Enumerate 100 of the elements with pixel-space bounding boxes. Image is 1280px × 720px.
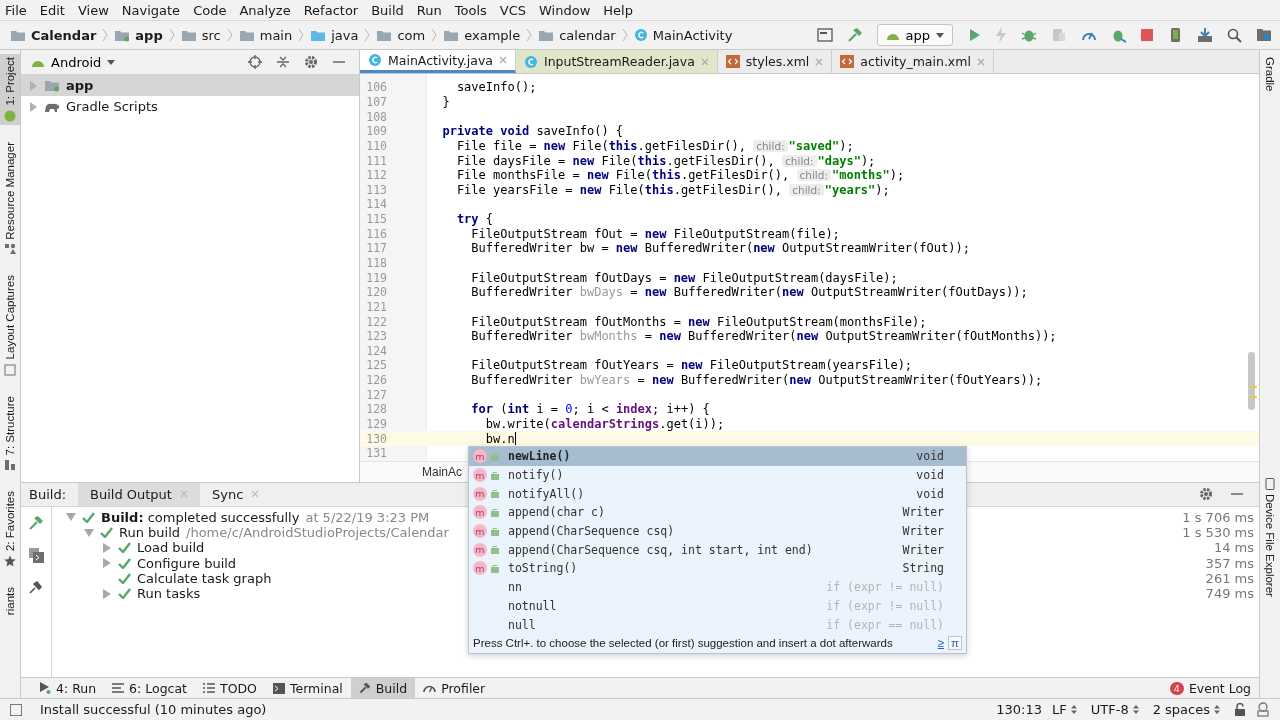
breadcrumb-item[interactable]: com (376, 27, 426, 43)
scrollbar-thumb[interactable] (1248, 352, 1255, 410)
menu-item[interactable]: File (4, 2, 28, 18)
completion-item[interactable]: notnull if (expr != null) (469, 596, 966, 616)
tool-window-tab[interactable]: Terminal (264, 678, 351, 698)
tool-window-tab[interactable]: 7: Structure (0, 392, 20, 475)
completion-item[interactable]: m append(CharSequence csq) Writer (469, 521, 966, 541)
menu-item[interactable]: VCS (498, 2, 528, 18)
pin-icon[interactable] (29, 579, 43, 594)
class-icon (523, 54, 538, 69)
hammer-icon[interactable] (846, 27, 863, 43)
indent-selector[interactable]: 2 spaces (1152, 702, 1210, 717)
panel-tab[interactable]: Sync (199, 482, 272, 506)
console-icon[interactable] (28, 547, 44, 563)
completion-item[interactable]: m append(CharSequence csq, int start, int end) Writer (469, 540, 966, 560)
menu-item[interactable]: Edit (38, 2, 66, 18)
build-step[interactable]: Configure build (137, 555, 237, 571)
settings-icon[interactable] (304, 55, 318, 69)
tool-window-tab[interactable]: Gradle (1260, 54, 1280, 95)
completion-item[interactable]: m notify() void (469, 465, 966, 485)
breadcrumb-item[interactable]: Calendar (10, 27, 97, 43)
editor-tab[interactable]: InputStreamReader.java (515, 50, 718, 73)
settings-icon[interactable] (1199, 487, 1213, 502)
close-icon[interactable] (700, 57, 709, 66)
search-icon[interactable] (1227, 27, 1242, 43)
tool-window-tab[interactable]: TODO (195, 678, 265, 698)
menu-item[interactable]: Code (192, 2, 228, 18)
tool-window-tab[interactable]: Resource Manager (0, 138, 20, 259)
breadcrumb-item[interactable]: app (114, 27, 163, 43)
completion-item[interactable]: nn if (expr != null) (469, 577, 966, 597)
breadcrumb-item[interactable]: example (443, 27, 521, 43)
target-icon[interactable] (248, 55, 262, 69)
close-icon[interactable] (251, 490, 260, 499)
breadcrumb-item[interactable]: MainActivity (633, 27, 733, 43)
view-dropdown[interactable]: Android (31, 54, 116, 70)
event-log-tab[interactable]: 4 Event Log (1161, 678, 1259, 698)
menu-item[interactable]: Analyze (238, 2, 292, 18)
tool-window-tab[interactable]: 4: Run (31, 678, 105, 698)
completion-item[interactable]: null if (expr == null) (469, 615, 966, 634)
completion-item[interactable]: m append(char c) Writer (469, 503, 966, 522)
expand-arrow-icon[interactable] (102, 542, 112, 553)
tool-window-tab[interactable]: 2: Favorites (0, 488, 20, 571)
run-config-dropdown[interactable]: app (876, 24, 953, 46)
lock-icon[interactable] (1234, 703, 1246, 716)
pi-button[interactable]: π (948, 636, 962, 651)
tool-window-tab[interactable]: Device File Explorer (1260, 474, 1280, 600)
menu-item[interactable]: Run (415, 2, 443, 18)
breadcrumb-item[interactable]: main (238, 27, 293, 43)
lightning-icon[interactable] (995, 27, 1007, 43)
encoding-selector[interactable]: UTF-8 (1090, 702, 1129, 717)
tool-window-tab[interactable]: Layout Captures (0, 272, 20, 379)
completion-item[interactable]: m newLine() void (469, 447, 966, 466)
download-icon[interactable] (1197, 27, 1213, 43)
structure-icon[interactable] (1256, 28, 1272, 42)
caret-position[interactable]: 130:13 (996, 702, 1043, 717)
menu-item[interactable]: Window (538, 2, 592, 18)
panel-tab[interactable]: Build Output (78, 482, 200, 506)
window-icon[interactable] (10, 703, 22, 716)
collapse-icon[interactable] (277, 55, 289, 69)
build-step[interactable]: Build: completed successfully (101, 509, 300, 525)
breadcrumb-item[interactable]: src (180, 27, 221, 43)
close-icon[interactable] (976, 57, 985, 66)
tool-window-tab[interactable]: Build (350, 678, 416, 698)
tool-window-tab[interactable]: Profiler (415, 678, 494, 698)
menu-item[interactable]: Build (370, 2, 405, 18)
tool-window-tab[interactable]: 1: Project (0, 54, 20, 125)
hint-link[interactable]: ≥ (937, 637, 945, 650)
editor-tab[interactable]: activity_main.xml (832, 50, 994, 73)
tree-item[interactable]: app (21, 75, 359, 96)
build-step[interactable]: Calculate task graph (137, 571, 272, 586)
close-icon[interactable] (498, 56, 507, 64)
breadcrumb-item[interactable]: java (310, 27, 359, 43)
editor-tab[interactable]: styles.xml (717, 50, 833, 73)
tool-window-tab[interactable]: riants (0, 584, 20, 619)
menu-item[interactable]: Refactor (302, 2, 360, 18)
expand-arrow-icon[interactable] (66, 512, 76, 523)
build-step[interactable]: Load build (137, 540, 205, 556)
menu-item[interactable]: View (76, 2, 110, 18)
line-number: 108 (365, 109, 387, 124)
layout-icon[interactable] (816, 28, 833, 42)
completion-item[interactable]: m notifyAll() void (469, 484, 966, 504)
breadcrumb-item[interactable]: calendar (538, 27, 616, 43)
editor-breadcrumb[interactable]: MainAc (422, 464, 462, 479)
hammer-icon[interactable] (28, 514, 44, 531)
run-icon[interactable] (967, 28, 981, 42)
build-step[interactable]: Run tasks (137, 586, 201, 602)
build-step[interactable]: Run build (119, 525, 181, 541)
line-separator-selector[interactable]: LF (1052, 702, 1067, 717)
close-icon[interactable] (815, 57, 824, 66)
menu-item[interactable]: Tools (453, 2, 488, 18)
expand-arrow-icon[interactable] (84, 527, 94, 538)
devices-icon[interactable] (1051, 27, 1067, 43)
tool-window-tab[interactable]: 6: Logcat (104, 678, 195, 698)
tree-item[interactable]: Gradle Scripts (21, 96, 359, 117)
menu-item[interactable]: Navigate (120, 2, 182, 18)
editor-tab[interactable]: MainActivity.java (360, 50, 516, 73)
expand-arrow-icon[interactable] (102, 588, 112, 599)
completion-item[interactable]: m toString() String (469, 559, 966, 578)
menu-item[interactable]: Help (602, 2, 634, 18)
expand-arrow-icon[interactable] (102, 558, 112, 569)
